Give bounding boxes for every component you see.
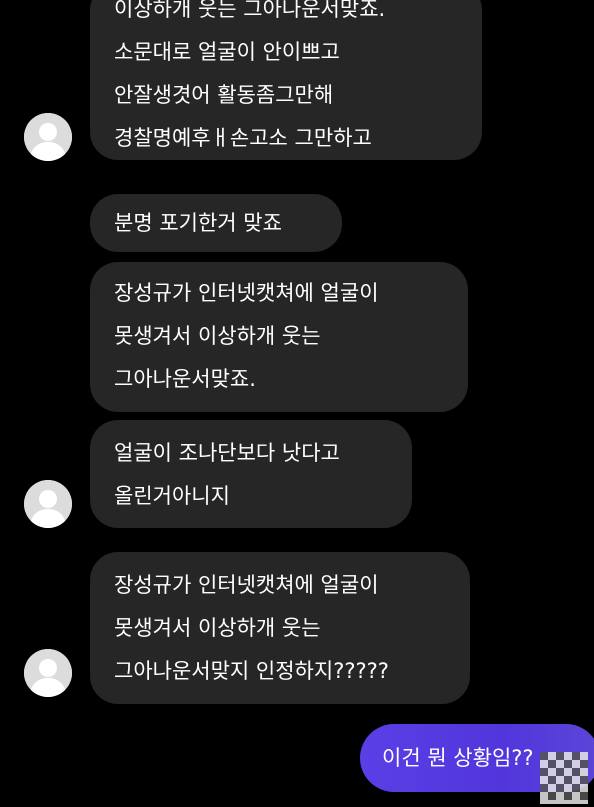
received-message-bubble[interactable]: 장성규가 인터넷캣쳐에 얼굴이 못생겨서 이상하개 웃는 그아나운서맞지 인정하… — [90, 552, 470, 704]
chat-screen: 이상하개 웃는 그아나운서맞죠. 소문대로 얼굴이 안이쁘고 안잘생겻어 활동좀… — [0, 0, 594, 807]
message-text-line: 이상하개 웃는 그아나운서맞죠. — [114, 0, 386, 21]
message-text-line: 장성규가 인터넷캣쳐에 얼굴이 — [114, 281, 379, 305]
message-text-line: 그아나운서맞죠. — [114, 367, 256, 391]
message-text-line: 분명 포기한거 맞죠 — [114, 211, 282, 235]
message-text-line: 얼굴이 조나단보다 낫다고 — [114, 441, 340, 465]
watermark-logo-icon — [540, 752, 588, 804]
message-text-line: 장성규가 인터넷캣쳐에 얼굴이 — [114, 573, 379, 597]
message-text-line: 못생겨서 이상하개 웃는 — [114, 324, 321, 348]
sender-avatar[interactable] — [24, 649, 72, 697]
received-message-bubble[interactable]: 분명 포기한거 맞죠 — [90, 194, 342, 252]
received-message-bubble[interactable]: 얼굴이 조나단보다 낫다고 올린거아니지 — [90, 420, 412, 528]
message-text-line: 못생겨서 이상하개 웃는 — [114, 616, 321, 640]
sent-message-text: 이건 뭔 상황임?? — [382, 746, 534, 770]
message-text-line: 안잘생겻어 활동좀그만해 — [114, 83, 334, 107]
message-text-line: 그아나운서맞지 인정하지????? — [114, 659, 389, 683]
sender-avatar[interactable] — [24, 113, 72, 161]
received-message-bubble[interactable]: 이상하개 웃는 그아나운서맞죠. 소문대로 얼굴이 안이쁘고 안잘생겻어 활동좀… — [90, 0, 482, 160]
default-user-icon — [24, 113, 72, 161]
message-text-line: 소문대로 얼굴이 안이쁘고 — [114, 40, 340, 64]
default-user-icon — [24, 649, 72, 697]
message-text-line: 경찰명예후ㅐ손고소 그만하고 — [114, 126, 372, 150]
received-message-bubble[interactable]: 장성규가 인터넷캣쳐에 얼굴이 못생겨서 이상하개 웃는 그아나운서맞죠. — [90, 262, 468, 412]
message-text-line: 올린거아니지 — [114, 484, 230, 508]
sender-avatar[interactable] — [24, 480, 72, 528]
default-user-icon — [24, 480, 72, 528]
